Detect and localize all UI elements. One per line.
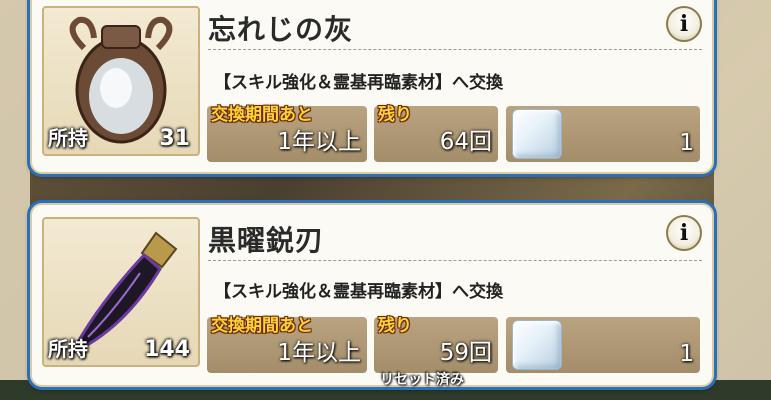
reward-count: 1 bbox=[679, 341, 694, 367]
exchange-period: 交換期間あと 1年以上 bbox=[207, 105, 367, 162]
background-paper bbox=[0, 0, 30, 400]
remaining-value: 64回 bbox=[439, 129, 492, 155]
info-button[interactable]: i bbox=[666, 215, 702, 251]
exchange-period: 交換期間あと 1年以上 bbox=[207, 316, 367, 373]
exchange-item-card[interactable]: 所持 144 黒曜鋭刃 i 【スキル強化＆霊基再臨素材】へ交換 交換期間あと 1… bbox=[30, 203, 714, 387]
info-icon: i bbox=[679, 220, 689, 246]
divider bbox=[208, 49, 702, 50]
reward-slot[interactable]: 1 bbox=[506, 106, 700, 162]
crystal-cube-icon bbox=[512, 320, 562, 370]
item-thumbnail: 所持 31 bbox=[42, 6, 200, 156]
item-thumbnail: 所持 144 bbox=[42, 217, 200, 367]
owned-label: 所持 bbox=[48, 126, 88, 150]
info-icon: i bbox=[679, 11, 689, 37]
reward-count: 1 bbox=[679, 130, 694, 156]
remaining-label: 残り bbox=[378, 316, 412, 336]
exchange-item-card[interactable]: 所持 31 忘れじの灰 i 【スキル強化＆霊基再臨素材】へ交換 交換期間あと 1… bbox=[30, 0, 714, 174]
item-name: 忘れじの灰 bbox=[208, 13, 354, 46]
owned-count-bar: 所持 144 bbox=[44, 333, 198, 365]
item-description: 【スキル強化＆霊基再臨素材】へ交換 bbox=[214, 73, 503, 93]
crystal-cube-icon bbox=[512, 109, 562, 159]
owned-count: 31 bbox=[159, 126, 190, 151]
reset-note: リセット済み bbox=[380, 372, 464, 388]
remaining-label: 残り bbox=[378, 105, 412, 125]
period-value: 1年以上 bbox=[277, 340, 361, 366]
remaining-value: 59回 bbox=[439, 340, 492, 366]
info-button[interactable]: i bbox=[666, 6, 702, 42]
remaining-count: 残り 59回 bbox=[374, 316, 498, 373]
item-name: 黒曜鋭刃 bbox=[208, 224, 325, 257]
remaining-count: 残り 64回 bbox=[374, 105, 498, 162]
owned-count: 144 bbox=[144, 337, 190, 362]
owned-count-bar: 所持 31 bbox=[44, 122, 198, 154]
reward-slot[interactable]: 1 bbox=[506, 317, 700, 373]
period-value: 1年以上 bbox=[277, 129, 361, 155]
item-description: 【スキル強化＆霊基再臨素材】へ交換 bbox=[214, 282, 503, 302]
owned-label: 所持 bbox=[48, 337, 88, 361]
background-paper bbox=[714, 0, 771, 400]
divider bbox=[208, 260, 702, 261]
